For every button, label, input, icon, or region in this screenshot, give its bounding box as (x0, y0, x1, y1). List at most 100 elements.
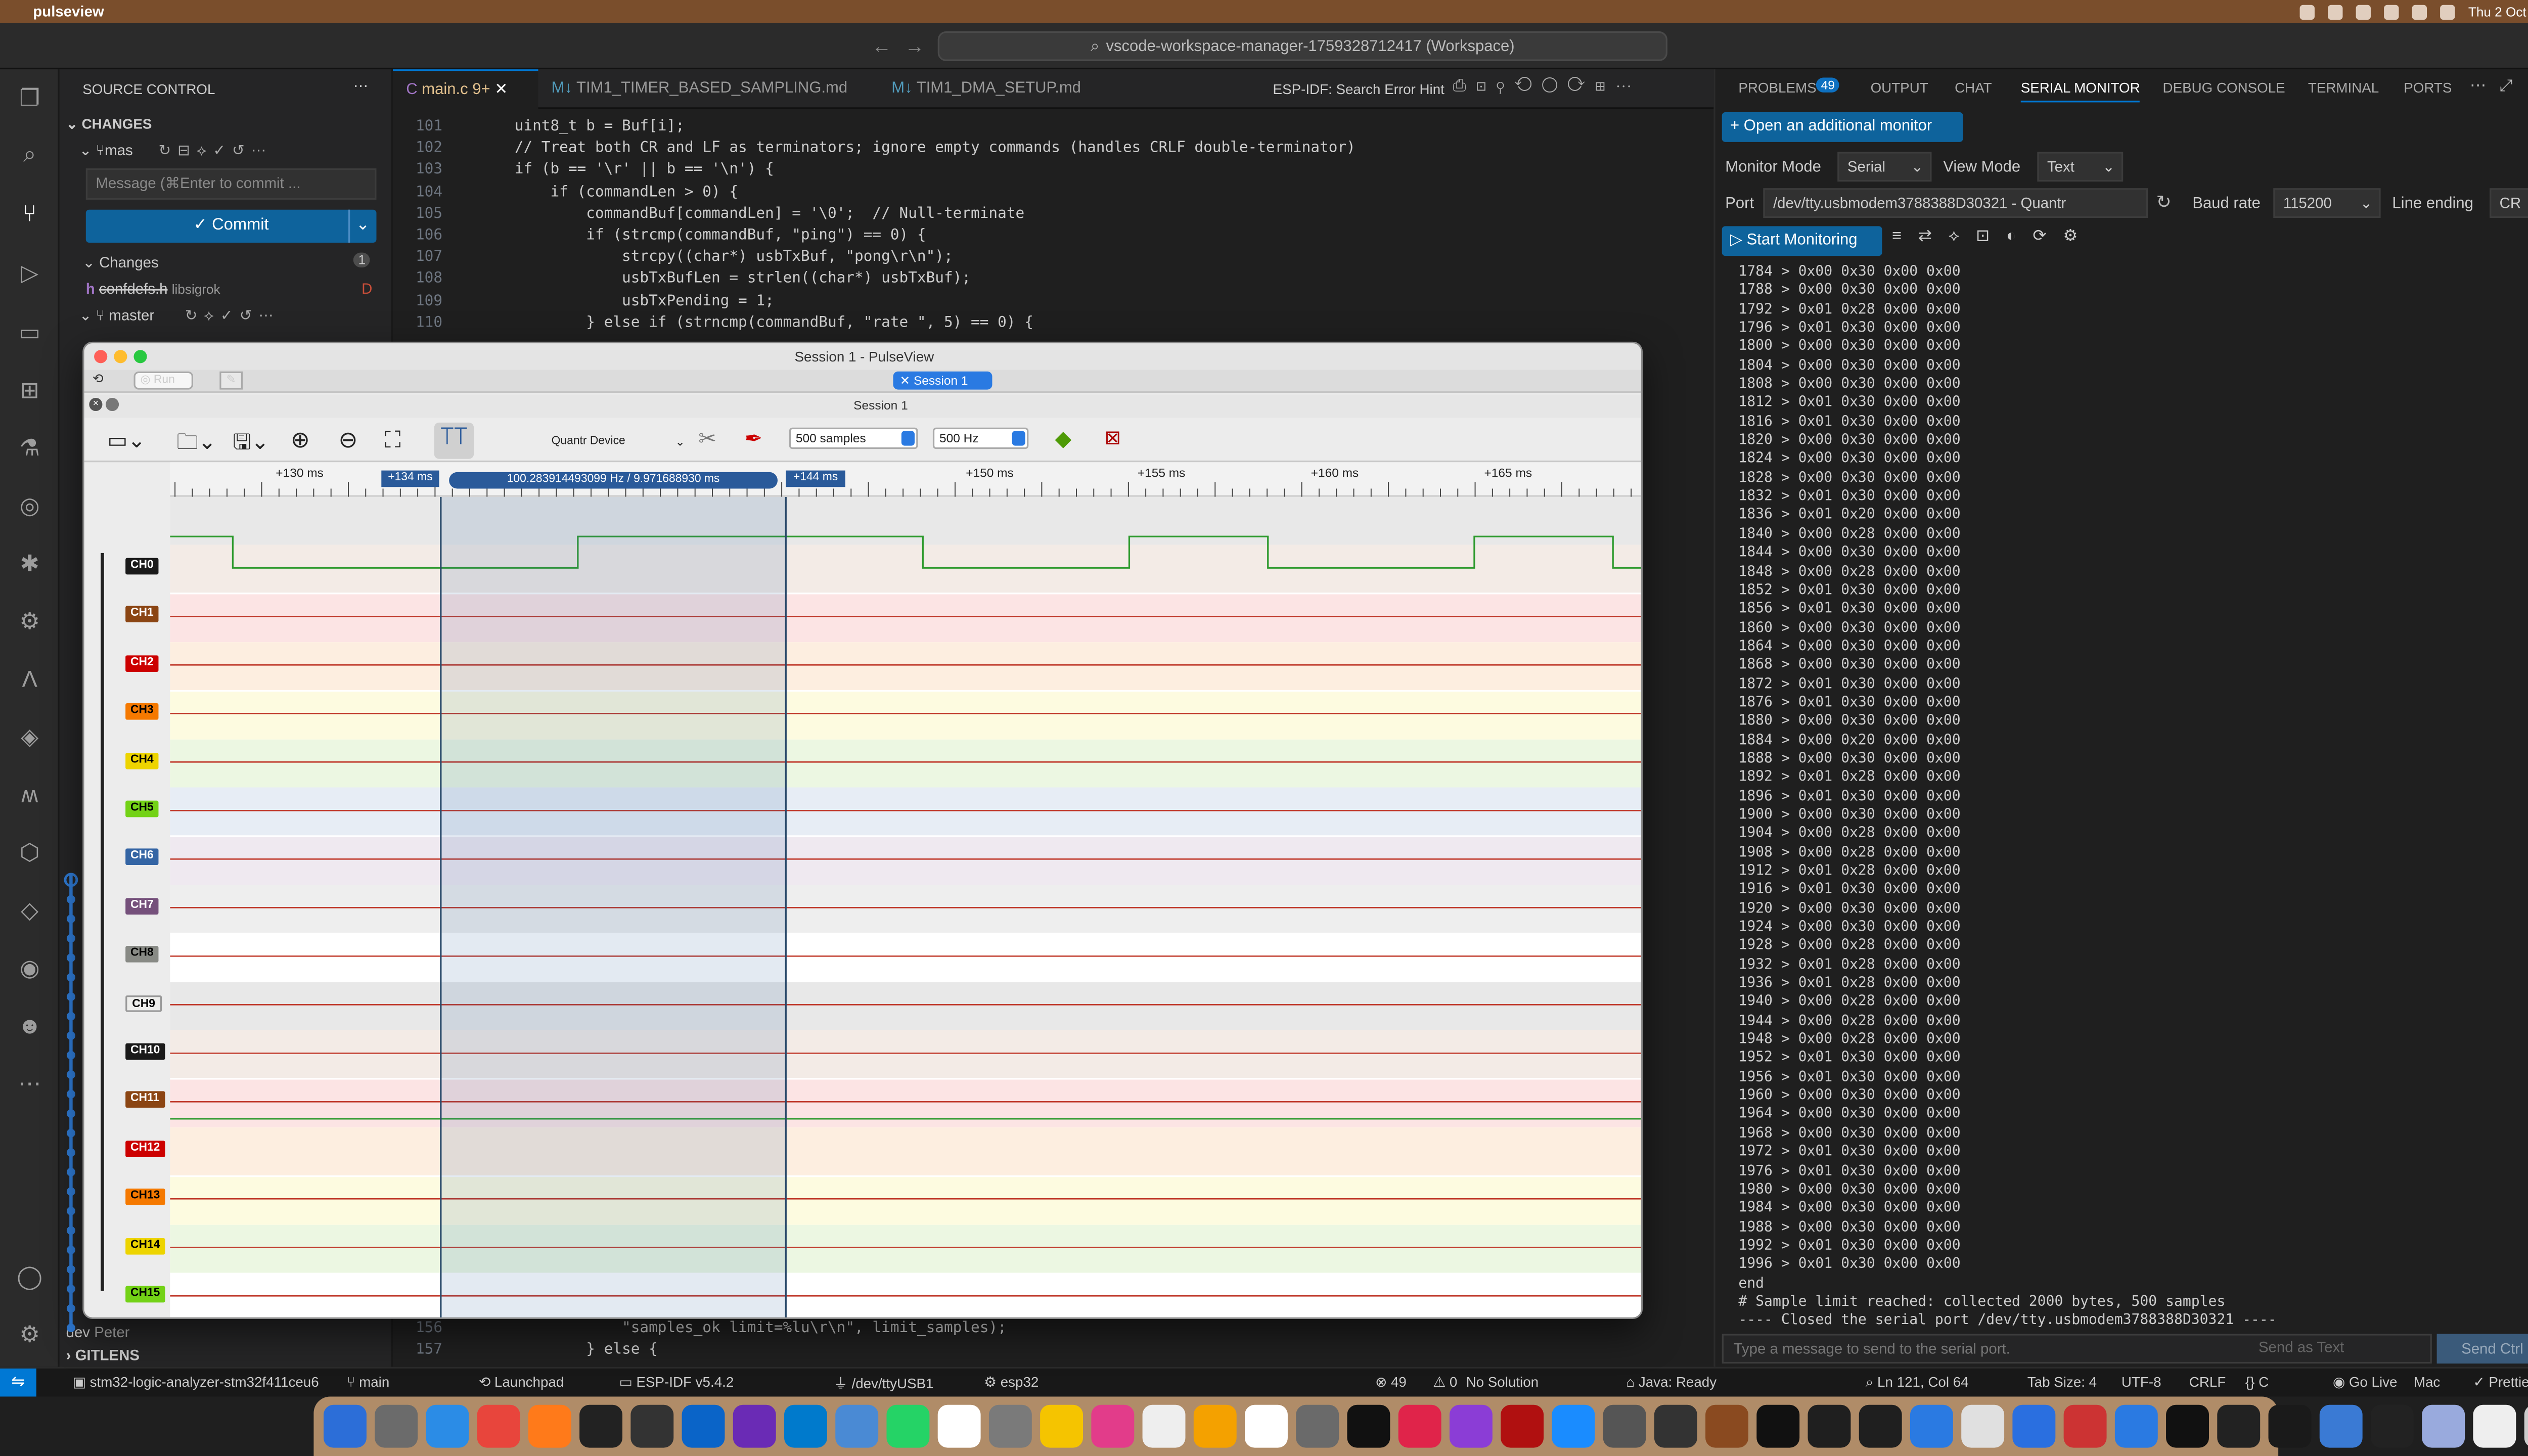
run-button[interactable]: ◎ Run (133, 371, 194, 390)
active-app-name[interactable]: pulseview (33, 4, 104, 20)
baud-select[interactable]: 115200 ⌄ (2273, 188, 2381, 218)
code-line[interactable]: 157 } else { (393, 1341, 1713, 1362)
package-icon[interactable]: ⬡ (13, 837, 46, 867)
dock-app-icon[interactable] (1398, 1404, 1441, 1448)
channel-label[interactable]: CH8 (125, 946, 159, 963)
panel-tab[interactable]: CHAT (1955, 79, 1992, 96)
code-line[interactable]: 107 strcpy((char*) usbTxBuf, "pong\r\n")… (393, 248, 1713, 269)
code-line[interactable]: 109 usbTxPending = 1; (393, 292, 1713, 313)
run-debug-icon[interactable]: ▷ (13, 257, 46, 287)
source-control-icon[interactable]: ⑂ (13, 198, 46, 228)
dock-app-icon[interactable] (2268, 1404, 2312, 1448)
device-name[interactable]: Quantr Device (552, 436, 625, 447)
zoom-out-icon[interactable]: ⊖ (338, 426, 357, 454)
dock-app-icon[interactable] (579, 1404, 623, 1448)
status-espidf[interactable]: ▭ ESP-IDF v5.4.2 (619, 1374, 734, 1392)
channel-label[interactable]: CH2 (125, 655, 159, 672)
dock-app-icon[interactable] (2370, 1404, 2414, 1448)
chevron-down-icon[interactable]: ⌄ (675, 436, 685, 449)
docker-icon[interactable]: ✱ (13, 548, 46, 578)
tab-main-c[interactable]: C main.c 9+ ✕ (393, 69, 538, 109)
code-line[interactable]: 106 if (strcmp(commandBuf, "ping") == 0)… (393, 226, 1713, 247)
serial-output[interactable]: 1784 > 0x00 0x30 0x00 0x00 1788 > 0x00 0x… (1738, 264, 2366, 1331)
dock-app-icon[interactable] (1603, 1404, 1646, 1448)
panel-tab[interactable]: TERMINAL (2308, 79, 2379, 96)
dock-app-icon[interactable] (1756, 1404, 1800, 1448)
more-actions-icon[interactable]: ⋯ (353, 77, 368, 96)
open-monitor-button[interactable]: + Open an additional monitor (1722, 112, 1963, 142)
cursor-toggle-icon[interactable]: ⟙⟙ (434, 422, 474, 459)
channel-label[interactable]: CH9 (125, 994, 162, 1012)
cursor-right-marker[interactable]: +144 ms (786, 470, 845, 487)
channel-label[interactable]: CH0 (125, 558, 159, 575)
channel-label[interactable]: CH7 (125, 897, 159, 915)
view-mode-select[interactable]: Text ⌄ (2037, 152, 2124, 182)
copilot-icon[interactable]: ◇ (13, 895, 46, 925)
channel-label[interactable]: CH6 (125, 849, 159, 866)
status-java[interactable]: ⌂ Java: Ready (1626, 1374, 1717, 1390)
dock-app-icon[interactable] (426, 1404, 469, 1448)
commit-message-input[interactable]: Message (⌘Enter to commit ... (85, 168, 377, 200)
probe-icon[interactable]: ✒ (745, 426, 763, 452)
azure-icon[interactable]: Λ (13, 664, 46, 694)
panel-tab[interactable]: OUTPUT (1871, 79, 1928, 96)
channel-label[interactable]: CH5 (125, 800, 159, 817)
device-icon[interactable]: ▭⌄ (107, 428, 146, 454)
code-line[interactable]: 108 usbTxBufLen = strlen((char*) usbTxBu… (393, 270, 1713, 291)
platformio-icon[interactable]: ⚙ (13, 606, 46, 635)
dock-app-icon[interactable] (2114, 1404, 2158, 1448)
save-icon[interactable]: 🖫⌄ (233, 428, 269, 464)
dock-app-icon[interactable] (375, 1404, 418, 1448)
extensions-icon[interactable]: ⊞ (13, 375, 46, 404)
gear-icon[interactable]: ⚙ (13, 1319, 46, 1349)
status-golive[interactable]: ◉ Go Live (2333, 1374, 2398, 1392)
new-session-icon[interactable]: ⟲ (93, 372, 104, 386)
panel-tab[interactable]: DEBUG CONSOLE (2163, 79, 2285, 96)
changes-group[interactable]: ⌄ Changes (82, 254, 158, 272)
minimize-window-icon[interactable] (114, 350, 127, 363)
search-icon[interactable] (2440, 4, 2455, 19)
wifi-icon[interactable] (2412, 4, 2427, 19)
gitlens-icon[interactable]: ◈ (13, 721, 46, 751)
explorer-icon[interactable]: ❐ (13, 82, 46, 112)
status-encoding[interactable]: UTF-8 (2121, 1374, 2161, 1390)
rate-select[interactable]: 500 Hz (932, 427, 1029, 449)
dock-app-icon[interactable] (1705, 1404, 1748, 1448)
dock-app-icon[interactable] (2319, 1404, 2363, 1448)
dock-app-icon[interactable] (784, 1404, 827, 1448)
line-ending-select[interactable]: CR⌄ (2490, 188, 2528, 218)
dock-app-icon[interactable] (1142, 1404, 1186, 1448)
code-line[interactable]: 103 if (b == '\r' || b == '\n') { (393, 161, 1713, 182)
dock-app-icon[interactable] (2063, 1404, 2107, 1448)
tray-icon[interactable] (2356, 4, 2371, 19)
code-line[interactable]: 110 } else if (strncmp(commandBuf, "rate… (393, 313, 1713, 335)
dock-app-icon[interactable] (2166, 1404, 2209, 1448)
dock-app-icon[interactable] (324, 1404, 367, 1448)
dock-app-icon[interactable] (2217, 1404, 2261, 1448)
dock-app-icon[interactable] (1347, 1404, 1390, 1448)
channel-label[interactable]: CH10 (125, 1043, 165, 1060)
database-icon[interactable]: ◉ (13, 952, 46, 982)
dock-app-icon[interactable] (1859, 1404, 1902, 1448)
status-errors[interactable]: ⊗ 49 (1375, 1374, 1407, 1392)
tray-icon[interactable] (2328, 4, 2343, 19)
channel-label[interactable]: CH14 (125, 1237, 165, 1254)
close-icon[interactable]: × (89, 397, 103, 412)
panel-tab[interactable]: PORTS (2404, 79, 2452, 96)
refresh-icon[interactable]: ↻ (2156, 192, 2171, 213)
testing-icon[interactable]: ⚗ (13, 433, 46, 463)
gitlens-section[interactable]: › GITLENS (66, 1347, 140, 1363)
dock-app-icon[interactable] (477, 1404, 520, 1448)
dock-app-icon[interactable] (1910, 1404, 1953, 1448)
dock-app-icon[interactable] (1091, 1404, 1135, 1448)
dock-app-icon[interactable] (1552, 1404, 1595, 1448)
dock-app-icon[interactable] (886, 1404, 930, 1448)
status-platform[interactable]: Mac (2414, 1374, 2440, 1390)
float-icon[interactable] (105, 397, 119, 412)
channel-label[interactable]: CH3 (125, 703, 159, 720)
status-project[interactable]: ▣ stm32-logic-analyzer-stm32f411ceu6 (73, 1374, 319, 1392)
dock-app-icon[interactable] (2422, 1404, 2465, 1448)
dock-app-icon[interactable] (1808, 1404, 1851, 1448)
send-ctrl-c-button[interactable]: Send Ctrl + C (2436, 1334, 2528, 1364)
zoom-fit-icon[interactable]: ⛶ (385, 426, 401, 454)
